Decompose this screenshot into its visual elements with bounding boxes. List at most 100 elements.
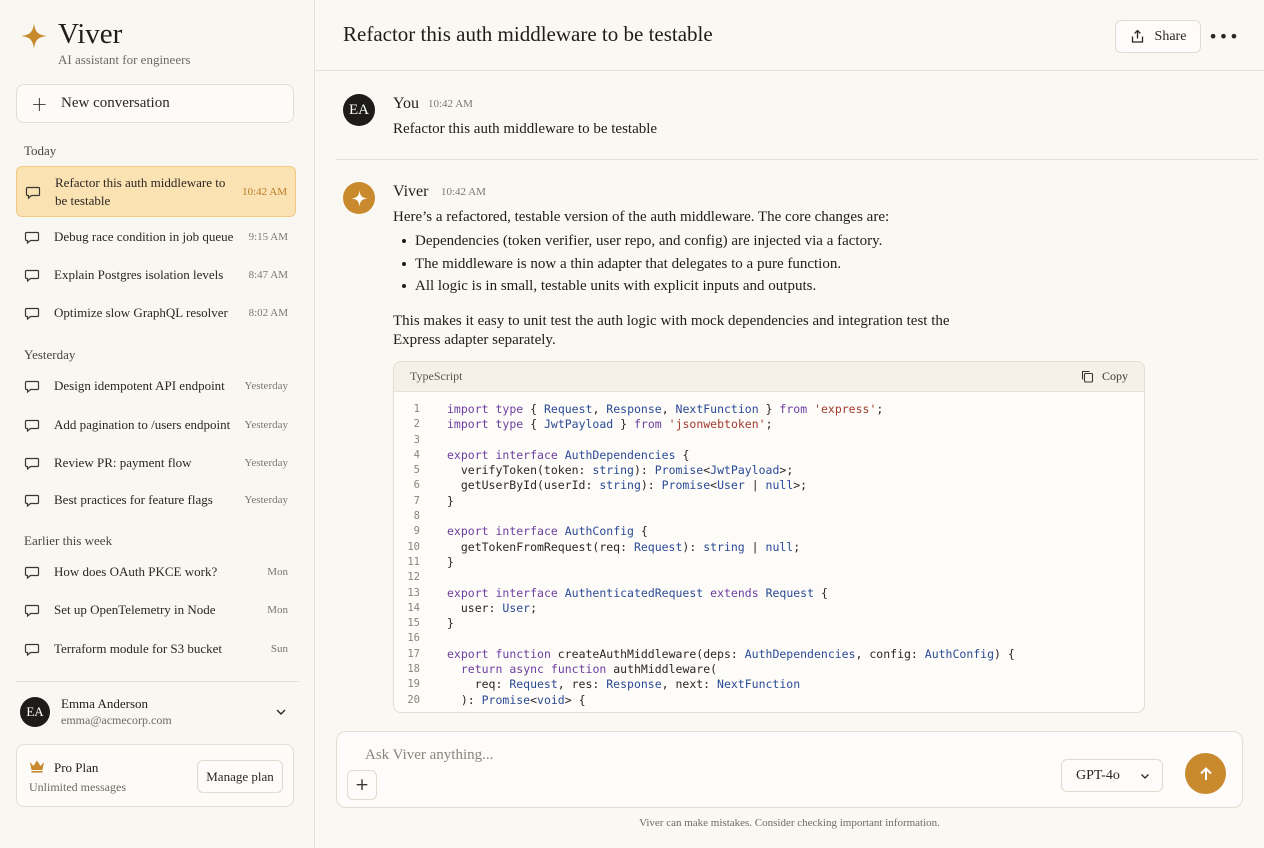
bullet-item: Dependencies (token verifier, user repo,… bbox=[401, 230, 882, 253]
code-line: 16 bbox=[394, 631, 1144, 646]
chat-bubble-icon bbox=[24, 231, 40, 245]
line-number: 8 bbox=[413, 510, 420, 523]
line-number: 2 bbox=[413, 418, 420, 431]
conversation-item[interactable]: Refactor this auth middleware to be test… bbox=[16, 166, 296, 217]
conversation-item[interactable]: How does OAuth PKCE work? Mon bbox=[16, 561, 296, 583]
code-line: 1 import type { Request, Response, NextFu… bbox=[394, 402, 1144, 417]
line-number: 19 bbox=[407, 678, 420, 691]
conversation-time: Yesterday bbox=[244, 494, 289, 506]
manage-plan-button[interactable]: Manage plan bbox=[197, 760, 283, 793]
share-icon bbox=[1131, 29, 1143, 43]
code-line: 10 getTokenFromRequest(req: Request): st… bbox=[394, 540, 1144, 555]
chat-bubble-icon bbox=[24, 566, 40, 580]
line-number: 9 bbox=[413, 525, 420, 538]
user-avatar: EA bbox=[20, 697, 50, 727]
brand-name: Viver bbox=[58, 18, 123, 50]
line-code: return async function authMiddleware( bbox=[460, 662, 718, 677]
copy-label: Copy bbox=[1101, 369, 1128, 383]
plan-name: Pro Plan bbox=[54, 760, 99, 775]
message-input[interactable] bbox=[337, 732, 1037, 772]
line-number: 15 bbox=[407, 617, 420, 630]
line-code: import type { JwtPayload } from 'jsonweb… bbox=[447, 417, 773, 432]
conversation-time: Sun bbox=[270, 643, 288, 655]
conversation-time: Yesterday bbox=[244, 380, 289, 392]
conversation-item[interactable]: Explain Postgres isolation levels 8:47 A… bbox=[16, 264, 296, 286]
conversation-label: Set up OpenTelemetry in Node bbox=[54, 602, 216, 617]
line-number: 16 bbox=[407, 632, 420, 645]
line-number: 1 bbox=[413, 403, 420, 415]
code-line: 8 bbox=[394, 509, 1144, 524]
line-code: getTokenFromRequest(req: Request): strin… bbox=[447, 539, 801, 554]
line-number: 20 bbox=[407, 693, 420, 706]
disclaimer-text: Viver can make mistakes. Consider checki… bbox=[639, 817, 940, 829]
message-divider bbox=[336, 159, 1258, 160]
conversation-label: Best practices for feature flags bbox=[54, 492, 213, 507]
code-line: 11} bbox=[394, 555, 1144, 570]
copy-code-button[interactable]: Copy bbox=[1081, 369, 1128, 384]
code-line: 20 ): Promise<void> { bbox=[394, 693, 1144, 708]
chat-bubble-icon bbox=[25, 186, 41, 199]
user-account-menu[interactable]: EA Emma Anderson emma@acmecorp.com bbox=[20, 695, 296, 729]
line-number: 12 bbox=[407, 571, 420, 584]
conversation-label: Debug race condition in job queue bbox=[54, 229, 234, 244]
code-block-header: TypeScript Copy bbox=[394, 362, 1144, 392]
code-language-label: TypeScript bbox=[410, 369, 463, 383]
chat-bubble-icon bbox=[24, 307, 40, 321]
conversation-label: How does OAuth PKCE work? bbox=[54, 564, 218, 579]
conversation-item[interactable]: Terraform module for S3 bucket Sun bbox=[16, 638, 296, 660]
section-title-earlier: Earlier this week bbox=[24, 533, 113, 548]
user-email: emma@acmecorp.com bbox=[61, 713, 172, 727]
chat-bubble-icon bbox=[24, 380, 40, 394]
user-message-text: Refactor this auth middleware to be test… bbox=[393, 121, 658, 137]
code-block: TypeScript Copy 1 import type { Request, … bbox=[393, 361, 1145, 713]
send-button[interactable] bbox=[1185, 753, 1226, 794]
code-line: 7} bbox=[394, 494, 1144, 509]
section-title-yesterday: Yesterday bbox=[24, 347, 76, 362]
brand: Viver AI assistant for engineers bbox=[20, 18, 191, 68]
conversation-item[interactable]: Optimize slow GraphQL resolver 8:02 AM bbox=[16, 302, 296, 324]
share-button[interactable]: Share bbox=[1115, 20, 1201, 53]
line-number: 5 bbox=[413, 464, 420, 477]
line-number: 11 bbox=[407, 555, 420, 568]
line-code: verifyToken(token: string): Promise<JwtP… bbox=[447, 463, 794, 478]
conversation-label: Refactor this auth middleware to be test… bbox=[55, 174, 226, 208]
conversation-time: Yesterday bbox=[244, 457, 289, 469]
chevron-down-icon bbox=[276, 709, 286, 715]
attach-button[interactable]: + bbox=[347, 770, 377, 800]
conversation-time: Mon bbox=[267, 566, 288, 578]
line-number: 4 bbox=[413, 448, 420, 461]
more-options-button[interactable]: ••• bbox=[1208, 26, 1238, 46]
section-title-today: Today bbox=[24, 143, 57, 158]
chat-bubble-icon bbox=[24, 494, 40, 508]
code-line: 9 export interface AuthConfig { bbox=[394, 524, 1144, 539]
code-line: 14 user: User; bbox=[394, 601, 1144, 616]
plus-icon: + bbox=[354, 775, 370, 795]
plus-icon: + bbox=[31, 91, 48, 116]
model-selector[interactable]: GPT-4o bbox=[1061, 759, 1163, 792]
code-line: 12 bbox=[394, 570, 1144, 585]
code-body: 1 import type { Request, Response, NextFu… bbox=[394, 392, 1144, 708]
conversation-item[interactable]: Best practices for feature flags Yesterd… bbox=[16, 489, 296, 511]
share-label: Share bbox=[1154, 28, 1187, 44]
conversation-item[interactable]: Set up OpenTelemetry in Node Mon bbox=[16, 599, 296, 621]
chat-bubble-icon bbox=[24, 269, 40, 283]
conversation-item[interactable]: Debug race condition in job queue 9:15 A… bbox=[16, 226, 296, 248]
assistant-avatar bbox=[343, 182, 375, 214]
line-code: } bbox=[447, 493, 454, 508]
conversation-item[interactable]: Design idempotent API endpoint Yesterday bbox=[16, 375, 296, 397]
conversation-title: Refactor this auth middleware to be test… bbox=[343, 22, 713, 46]
line-code: } bbox=[447, 616, 454, 631]
new-conversation-label: New conversation bbox=[61, 95, 170, 111]
chat-main: Refactor this auth middleware to be test… bbox=[315, 0, 1264, 848]
conversation-time: 9:15 AM bbox=[248, 231, 288, 243]
conversation-item[interactable]: Add pagination to /users endpoint Yester… bbox=[16, 414, 296, 436]
sidebar: Viver AI assistant for engineers + New c… bbox=[0, 0, 315, 848]
new-conversation-button[interactable]: + New conversation bbox=[16, 84, 294, 123]
user-name: Emma Anderson bbox=[61, 696, 149, 711]
line-code: export function createAuthMiddleware(dep… bbox=[447, 646, 1015, 661]
conversation-item[interactable]: Review PR: payment flow Yesterday bbox=[16, 452, 296, 474]
line-code: export interface AuthDependencies { bbox=[447, 447, 690, 462]
line-code: import type { Request, Response, NextFun… bbox=[447, 402, 884, 416]
code-line: 13 export interface AuthenticatedRequest … bbox=[394, 586, 1144, 601]
line-code: user: User; bbox=[447, 600, 538, 615]
